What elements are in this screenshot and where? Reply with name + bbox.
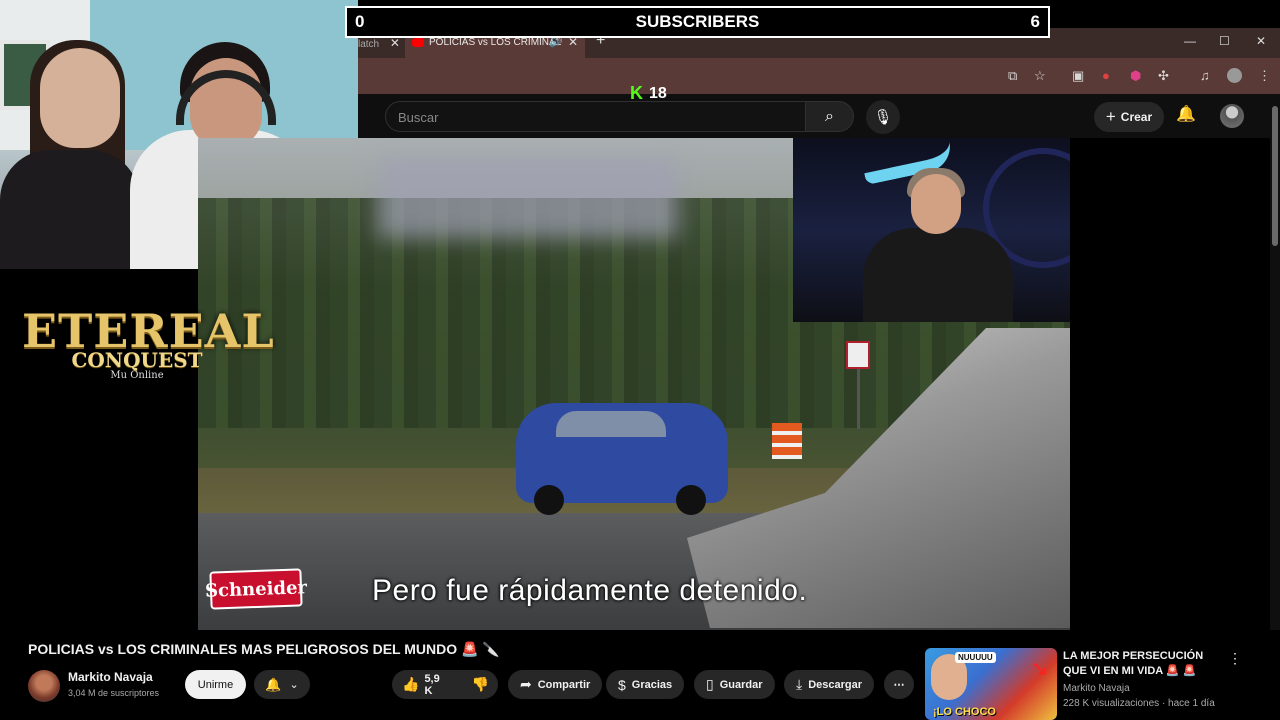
more-horizontal-icon: ⋯ xyxy=(893,679,905,691)
dislike-button[interactable]: 👎 xyxy=(462,670,499,699)
tab-label: POLICIAS vs LOS CRIMINAL xyxy=(429,37,562,48)
recommended-thumbnail[interactable]: NUUUUU ➘ ¡LO CHOCO xyxy=(925,648,1057,720)
install-app-icon[interactable]: ⧉ xyxy=(1008,68,1017,84)
join-button[interactable]: Unirme xyxy=(185,670,246,699)
thanks-label: Gracias xyxy=(631,678,673,691)
close-window-icon[interactable]: ✕ xyxy=(1256,34,1266,48)
traffic-barrel xyxy=(772,423,802,459)
super-thanks-icon: $ xyxy=(618,676,626,693)
tab-label: latch xyxy=(358,39,380,50)
thumb-top-text: NUUUUU xyxy=(955,652,996,663)
channel-subscriber-count: 3,04 M de suscriptores xyxy=(68,688,160,698)
puzzle-extensions-icon[interactable]: ✣ xyxy=(1158,68,1169,84)
recommended-menu-icon[interactable]: ⋮ xyxy=(1228,650,1242,667)
browser-toolbar xyxy=(358,58,1280,94)
more-actions-button[interactable]: ⋯ xyxy=(884,670,914,699)
thumbs-up-icon: 👍 xyxy=(402,676,420,692)
recommended-title[interactable]: LA MEJOR PERSECUCIÓN QUE VI EN MI VIDA 🚨… xyxy=(1063,649,1223,679)
notification-settings-button[interactable]: 🔔 ⌄ xyxy=(254,670,310,699)
video-subtitle: Pero fue rápidamente detenido. xyxy=(372,574,808,607)
extension-icon[interactable]: ▣ xyxy=(1072,68,1084,84)
save-button[interactable]: ▯ Guardar xyxy=(694,670,775,699)
eterealconquest-logo: ETEREAL CONQUEST Mu Online xyxy=(22,308,274,381)
page-scrollbar[interactable] xyxy=(1270,94,1280,630)
maximize-icon[interactable]: ☐ xyxy=(1219,34,1230,48)
download-icon: ⤓ xyxy=(796,676,803,692)
subscriber-goal-bar: 0 SUBSCRIBERS 6 xyxy=(345,6,1050,38)
streamer-cam-inset xyxy=(793,138,1070,322)
police-car xyxy=(516,403,728,515)
search-icon: ⌕ xyxy=(825,107,834,125)
extension-badge-icon[interactable]: ● xyxy=(1102,68,1110,83)
kebab-menu-icon[interactable]: ⋮ xyxy=(1258,68,1271,84)
road-sign xyxy=(846,341,870,369)
scrollbar-thumb[interactable] xyxy=(1272,106,1278,246)
sponsor-logo: Schneider xyxy=(205,568,307,610)
ublock-icon[interactable]: ⬢ xyxy=(1130,68,1141,84)
profile-icon[interactable] xyxy=(1227,68,1242,83)
bookmark-star-icon[interactable]: ☆ xyxy=(1034,68,1046,84)
save-label: Guardar xyxy=(719,678,763,691)
sub-goal-label: SUBSCRIBERS xyxy=(635,12,760,31)
share-label: Compartir xyxy=(537,678,591,691)
thanks-button[interactable]: $ Gracias xyxy=(606,670,685,699)
chevron-down-icon: ⌄ xyxy=(289,679,299,691)
channel-avatar[interactable] xyxy=(28,670,60,702)
recommended-channel: Markito Navaja xyxy=(1063,683,1130,694)
notifications-bell-icon[interactable]: 🔔 xyxy=(1176,104,1196,124)
channel-name[interactable]: Markito Navaja xyxy=(68,670,153,684)
like-button[interactable]: 👍 5,9 K xyxy=(392,670,450,699)
bell-icon: 🔔 xyxy=(265,676,282,692)
thumbs-down-icon: 👎 xyxy=(471,676,490,692)
create-label: Crear xyxy=(1120,110,1153,124)
plus-icon: + xyxy=(1105,107,1116,126)
thumb-caption: ¡LO CHOCO xyxy=(933,706,996,718)
mic-icon: 🎙 xyxy=(873,109,893,126)
kick-logo-icon: K xyxy=(630,83,643,103)
youtube-favicon-icon xyxy=(412,38,424,47)
share-button[interactable]: ➦ Compartir xyxy=(508,670,603,699)
share-arrow-icon: ➦ xyxy=(520,676,532,692)
search-input[interactable]: Buscar xyxy=(385,101,806,132)
bookmark-icon: ▯ xyxy=(706,676,714,692)
voice-search-button[interactable]: 🎙 xyxy=(866,100,900,134)
recommended-meta: 228 K visualizaciones · hace 1 día xyxy=(1063,698,1215,709)
kick-viewers: 18 xyxy=(649,84,667,102)
minimize-icon[interactable]: — xyxy=(1184,34,1196,48)
download-label: Descargar xyxy=(808,678,863,691)
media-control-icon[interactable]: ♫ xyxy=(1200,68,1210,83)
like-count: 5,9 K xyxy=(424,672,440,697)
account-avatar[interactable] xyxy=(1220,104,1244,128)
logo-line3: Mu Online xyxy=(110,370,164,381)
create-button[interactable]: + Crear xyxy=(1094,102,1164,132)
download-button[interactable]: ⤓ Descargar xyxy=(784,670,875,699)
close-icon[interactable]: ✕ xyxy=(390,36,400,50)
video-title: POLICIAS vs LOS CRIMINALES MAS PELIGROSO… xyxy=(28,641,500,657)
kick-viewer-count: K 18 xyxy=(630,83,667,104)
red-arrow-icon: ➘ xyxy=(1030,656,1049,681)
search-button[interactable]: ⌕ xyxy=(806,101,854,132)
like-dislike-group: 👍 5,9 K 👎 xyxy=(392,670,498,699)
